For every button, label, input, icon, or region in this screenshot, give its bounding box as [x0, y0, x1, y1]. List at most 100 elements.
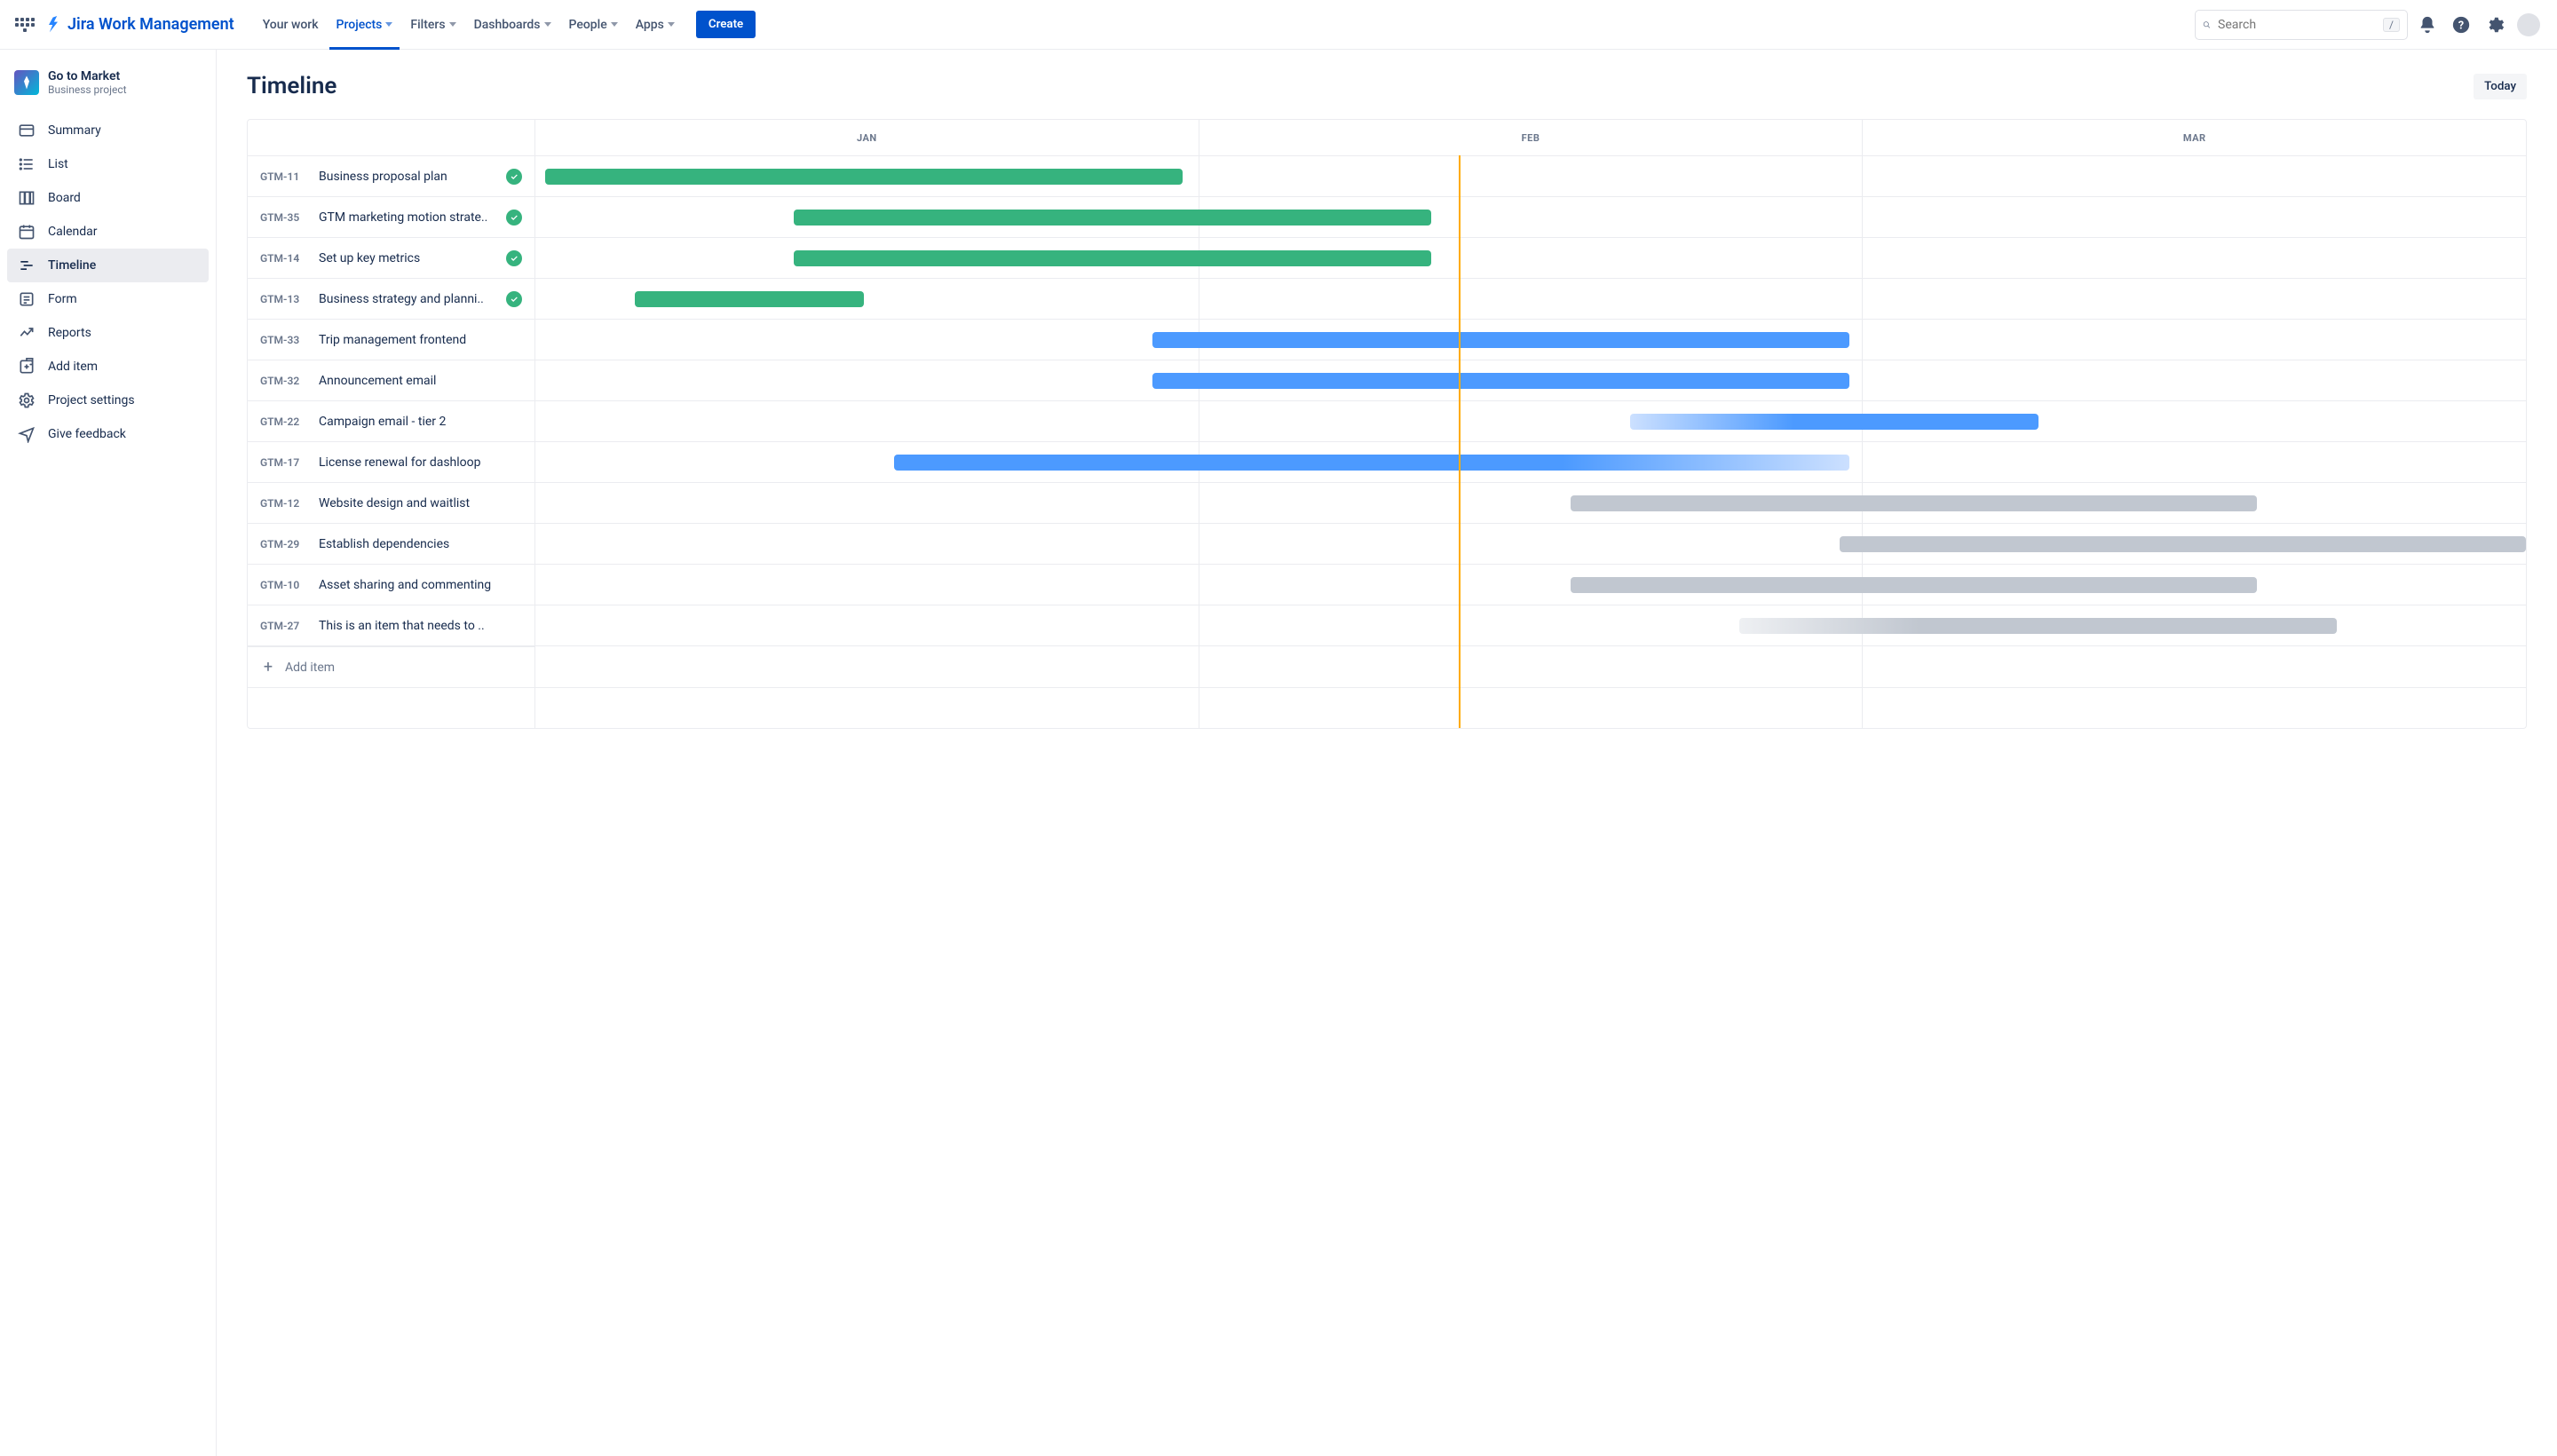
project-name: Go to Market: [48, 69, 127, 83]
sidebar-item-calendar[interactable]: Calendar: [7, 215, 209, 249]
help-button[interactable]: ?: [2447, 11, 2475, 39]
sidebar-item-board[interactable]: Board: [7, 181, 209, 215]
sidebar-item-label: Board: [48, 191, 81, 205]
project-header[interactable]: Go to Market Business project: [7, 64, 209, 114]
issue-title: Set up key metrics: [319, 251, 495, 265]
nav-projects-label: Projects: [336, 18, 383, 32]
product-name: Jira Work Management: [67, 15, 234, 34]
sidebar-item-timeline[interactable]: Timeline: [7, 249, 209, 282]
issue-title: Establish dependencies: [319, 537, 522, 551]
nav-projects[interactable]: Projects: [329, 12, 400, 37]
reports-icon: [18, 324, 36, 342]
timeline-bar[interactable]: [1152, 332, 1849, 348]
project-avatar-icon: [14, 70, 39, 95]
timeline-row[interactable]: GTM-10Asset sharing and commenting: [248, 564, 2526, 605]
sidebar-item-additem[interactable]: Add item: [7, 350, 209, 384]
issue-title: License renewal for dashloop: [319, 455, 522, 470]
nav-dashboards[interactable]: Dashboards: [467, 12, 558, 37]
status-done-icon: [506, 291, 522, 307]
timeline-bar[interactable]: [894, 455, 1849, 471]
issue-title: Trip management frontend: [319, 333, 522, 347]
issue-title: Announcement email: [319, 374, 522, 388]
timeline-bar[interactable]: [1571, 495, 2257, 511]
sidebar-item-settings[interactable]: Project settings: [7, 384, 209, 417]
nav-filters-label: Filters: [410, 18, 445, 32]
sidebar: Go to Market Business project Summary Lis…: [0, 50, 217, 1456]
timeline-row[interactable]: GTM-29 Establish dependencies: [248, 523, 2526, 564]
timeline-view: JANFEBMAR GTM-11Business proposal planGT…: [247, 119, 2527, 729]
issue-title: Campaign email - tier 2: [319, 415, 522, 429]
app-switcher-icon[interactable]: [14, 14, 36, 36]
list-icon: [18, 155, 36, 173]
timeline-bar[interactable]: [1152, 373, 1849, 389]
issue-key: GTM-27: [260, 620, 308, 632]
form-icon: [18, 290, 36, 308]
timeline-bar[interactable]: [1630, 414, 2038, 430]
issue-key: GTM-13: [260, 293, 308, 305]
timeline-row[interactable]: GTM-13Business strategy and planni..: [248, 278, 2526, 319]
notifications-button[interactable]: [2413, 11, 2442, 39]
timeline-bar[interactable]: [635, 291, 864, 307]
today-button[interactable]: Today: [2474, 74, 2527, 99]
timeline-row[interactable]: GTM-27 This is an item that needs to ..: [248, 605, 2526, 645]
nav-apps[interactable]: Apps: [629, 12, 682, 37]
sidebar-item-list[interactable]: List: [7, 147, 209, 181]
jira-logo-icon: [44, 16, 62, 34]
add-item-label: Add item: [285, 661, 335, 675]
timeline-row[interactable]: GTM-32Announcement email: [248, 360, 2526, 400]
timeline-row[interactable]: GTM-33Trip management frontend: [248, 319, 2526, 360]
timeline-bar[interactable]: [794, 250, 1430, 266]
timeline-row[interactable]: GTM-17License renewal for dashloop: [248, 441, 2526, 482]
sidebar-item-reports[interactable]: Reports: [7, 316, 209, 350]
timeline-bar[interactable]: [1840, 536, 2526, 552]
issue-key: GTM-22: [260, 415, 308, 428]
sidebar-item-summary[interactable]: Summary: [7, 114, 209, 147]
chevron-down-icon: [544, 22, 551, 27]
issue-key: GTM-12: [260, 497, 308, 510]
timeline-row[interactable]: GTM-14Set up key metrics: [248, 237, 2526, 278]
settings-button[interactable]: [2481, 11, 2509, 39]
timeline-row[interactable]: GTM-35GTM marketing motion strate..: [248, 196, 2526, 237]
add-item-button[interactable]: + Add item: [248, 646, 535, 687]
sidebar-item-label: Calendar: [48, 225, 98, 239]
profile-button[interactable]: [2514, 11, 2543, 39]
sidebar-item-form[interactable]: Form: [7, 282, 209, 316]
issue-key: GTM-35: [260, 211, 308, 224]
issue-key: GTM-11: [260, 170, 308, 183]
issue-title: This is an item that needs to ..: [319, 619, 522, 633]
status-done-icon: [506, 250, 522, 266]
board-icon: [18, 189, 36, 207]
status-done-icon: [506, 169, 522, 185]
sidebar-item-feedback[interactable]: Give feedback: [7, 417, 209, 451]
create-button[interactable]: Create: [696, 11, 756, 38]
issue-key: GTM-10: [260, 579, 308, 591]
timeline-row[interactable]: GTM-22 Campaign email - tier 2: [248, 400, 2526, 441]
main-content: Timeline Today JANFEBMAR GTM-11Business …: [217, 50, 2557, 1456]
issue-title: Website design and waitlist: [319, 496, 522, 510]
nav-apps-label: Apps: [636, 18, 664, 32]
month-header: FEB: [1199, 120, 1864, 155]
month-header: MAR: [1863, 120, 2526, 155]
plus-icon: +: [260, 658, 276, 677]
issue-key: GTM-29: [260, 538, 308, 550]
nav-filters[interactable]: Filters: [403, 12, 463, 37]
timeline-bar[interactable]: [1571, 577, 2257, 593]
timeline-row[interactable]: GTM-12 Website design and waitlist: [248, 482, 2526, 523]
timeline-row[interactable]: GTM-11Business proposal plan: [248, 155, 2526, 196]
product-logo[interactable]: Jira Work Management: [44, 15, 234, 34]
search-input[interactable]: [2218, 18, 2376, 32]
sidebar-item-label: Timeline: [48, 258, 96, 273]
chevron-down-icon: [385, 22, 392, 27]
sidebar-item-label: Summary: [48, 123, 101, 138]
bell-icon: [2418, 15, 2437, 35]
search-box[interactable]: /: [2195, 10, 2408, 40]
timeline-bar[interactable]: [794, 210, 1430, 226]
sidebar-item-label: List: [48, 157, 68, 171]
timeline-bar[interactable]: [545, 169, 1182, 185]
nav-your-work[interactable]: Your work: [256, 12, 326, 37]
timeline-bar[interactable]: [1739, 618, 2337, 634]
timeline-header: JANFEBMAR: [248, 120, 2526, 155]
calendar-icon: [18, 223, 36, 241]
nav-people[interactable]: People: [562, 12, 625, 37]
project-subtitle: Business project: [48, 83, 127, 96]
